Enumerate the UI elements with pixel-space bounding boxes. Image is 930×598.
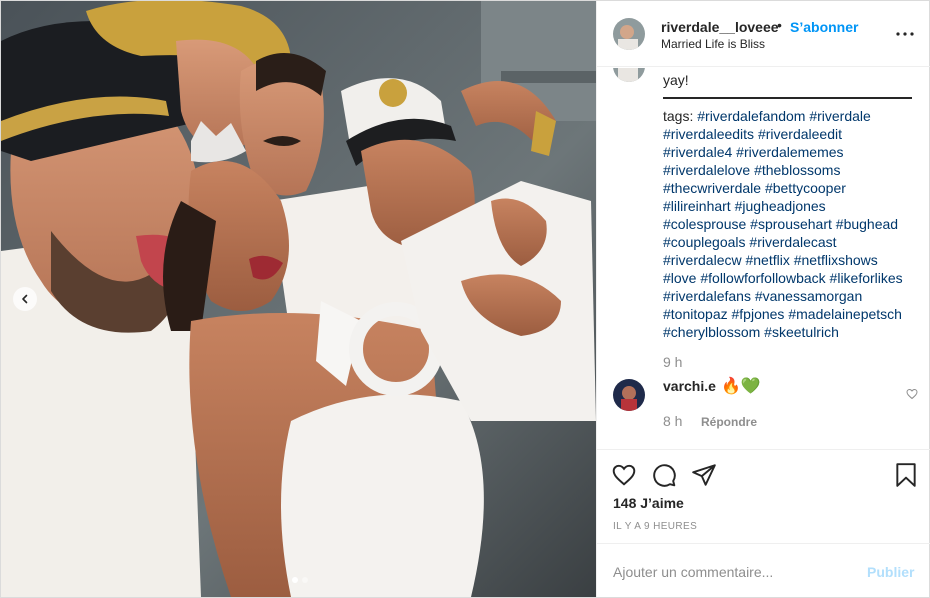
hashtag-link[interactable]: #fpjones	[732, 306, 785, 322]
caption-tags: tags: #riverdalefandom #riverdale #riverd…	[663, 107, 919, 341]
commenter-avatar-image	[613, 379, 645, 411]
hashtag-link[interactable]: #tonitopaz	[663, 306, 728, 322]
caption-time: 9 h	[663, 354, 683, 370]
hashtag-link[interactable]: #couplegoals	[663, 234, 746, 250]
reply-button[interactable]: Répondre	[701, 415, 757, 429]
share-icon[interactable]	[691, 462, 717, 488]
post-timestamp[interactable]: IL Y A 9 HEURES	[613, 521, 697, 532]
heart-icon[interactable]	[611, 462, 637, 488]
follow-button[interactable]: S’abonner	[790, 19, 858, 35]
caption-tag-line: #riverdale4 #riverdalememes	[663, 143, 919, 161]
hashtag-link[interactable]: #thecwriverdale	[663, 180, 761, 196]
header-separator: •	[777, 17, 782, 33]
add-comment-input[interactable]	[613, 561, 853, 583]
hashtag-link[interactable]: #riverdaleedit	[758, 126, 842, 142]
hashtag-link[interactable]: #vanessamorgan	[755, 288, 862, 304]
hashtag-link[interactable]: #theblossoms	[754, 162, 840, 178]
likes-count[interactable]: 148 J’aime	[613, 495, 684, 511]
carousel-dot	[302, 577, 308, 583]
post-caption: yay! tags: #riverdalefandom #riverdale #r…	[663, 71, 919, 341]
comment-time: 8 h	[663, 413, 683, 429]
hashtag-link[interactable]: #riverdale	[809, 108, 870, 124]
hashtag-link[interactable]: #netflix	[745, 252, 789, 268]
caption-tag-line: #riverdalefans #vanessamorgan	[663, 287, 919, 305]
hashtag-link[interactable]: #riverdalecw	[663, 252, 742, 268]
author-avatar[interactable]	[613, 18, 645, 50]
caption-tag-line: #love #followforfollowback #likeforlikes	[663, 269, 919, 287]
caption-tag-line: tags: #riverdalefandom #riverdale	[663, 107, 919, 125]
caption-tag-line: #cherylblossom #skeetulrich	[663, 323, 919, 341]
hashtag-link[interactable]: #madelainepetsch	[788, 306, 902, 322]
caption-tag-line: #riverdalecw #netflix #netflixshows	[663, 251, 919, 269]
post-photo[interactable]	[1, 1, 596, 597]
caption-tag-line: #couplegoals #riverdalecast	[663, 233, 919, 251]
publish-button[interactable]: Publier	[867, 564, 914, 580]
caption-tag-line: #colesprouse #sprousehart #bughead	[663, 215, 919, 233]
comment-icon[interactable]	[651, 462, 677, 488]
caption-tag-line: #thecwriverdale #bettycooper	[663, 179, 919, 197]
author-avatar-image	[613, 18, 645, 50]
hashtag-link[interactable]: #riverdalefans	[663, 288, 751, 304]
hashtag-link[interactable]: #bughead	[836, 216, 898, 232]
caption-tags-prefix: tags:	[663, 108, 698, 124]
hashtag-link[interactable]: #riverdalefandom	[697, 108, 805, 124]
caption-author-avatar-image	[613, 68, 645, 82]
add-comment-bar: Publier	[597, 543, 930, 597]
hashtag-link[interactable]: #riverdaleedits	[663, 126, 754, 142]
caption-tag-line: #lilireinhart #jugheadjones	[663, 197, 919, 215]
hashtag-link[interactable]: #skeetulrich	[764, 324, 839, 340]
hashtag-link[interactable]: #cherylblossom	[663, 324, 760, 340]
carousel-indicator	[292, 577, 308, 583]
hashtag-link[interactable]: #colesprouse	[663, 216, 746, 232]
hashtag-link[interactable]: #netflixshows	[794, 252, 878, 268]
hashtag-link[interactable]: #love	[663, 270, 696, 286]
caption-author-avatar[interactable]	[613, 68, 645, 82]
post-header: riverdale__loveee • S’abonner Married Li…	[597, 1, 930, 67]
carousel-previous-button[interactable]	[13, 287, 37, 311]
comments-list[interactable]: yay! tags: #riverdalefandom #riverdale #r…	[597, 68, 930, 449]
comment-text: 🔥💚	[721, 378, 761, 395]
carousel-dot-active	[292, 577, 298, 583]
hashtag-link[interactable]: #riverdalememes	[736, 144, 843, 160]
hashtag-link[interactable]: #sprousehart	[750, 216, 832, 232]
hashtag-link[interactable]: #likeforlikes	[830, 270, 903, 286]
hashtag-link[interactable]: #bettycooper	[765, 180, 846, 196]
party-photo-illustration	[1, 1, 596, 597]
hashtag-link[interactable]: #lilireinhart	[663, 198, 731, 214]
hashtag-link[interactable]: #riverdale4	[663, 144, 732, 160]
post-actions: 148 J’aime IL Y A 9 HEURES	[597, 449, 930, 543]
commenter-username[interactable]: varchi.e	[663, 378, 716, 394]
caption-divider	[663, 89, 919, 107]
post-location[interactable]: Married Life is Bliss	[661, 37, 765, 51]
hashtag-link[interactable]: #followforfollowback	[700, 270, 825, 286]
chevron-left-icon	[22, 294, 28, 304]
hashtag-link[interactable]: #riverdalelove	[663, 162, 750, 178]
hashtag-link[interactable]: #jugheadjones	[735, 198, 826, 214]
post-side-panel: riverdale__loveee • S’abonner Married Li…	[596, 1, 930, 597]
hashtag-link[interactable]: #riverdalecast	[749, 234, 836, 250]
author-username[interactable]: riverdale__loveee	[661, 19, 779, 35]
bookmark-icon[interactable]	[893, 462, 919, 488]
commenter-avatar[interactable]	[613, 379, 645, 411]
instagram-post: riverdale__loveee • S’abonner Married Li…	[0, 0, 930, 598]
caption-tag-line: #tonitopaz #fpjones #madelainepetsch	[663, 305, 919, 323]
caption-first-line: yay!	[663, 72, 689, 88]
caption-tag-line: #riverdalelove #theblossoms	[663, 161, 919, 179]
comment-like-heart-icon[interactable]	[906, 388, 918, 400]
more-dots-icon	[896, 32, 914, 36]
more-options-button[interactable]	[893, 23, 917, 45]
caption-tag-line: #riverdaleedits #riverdaleedit	[663, 125, 919, 143]
